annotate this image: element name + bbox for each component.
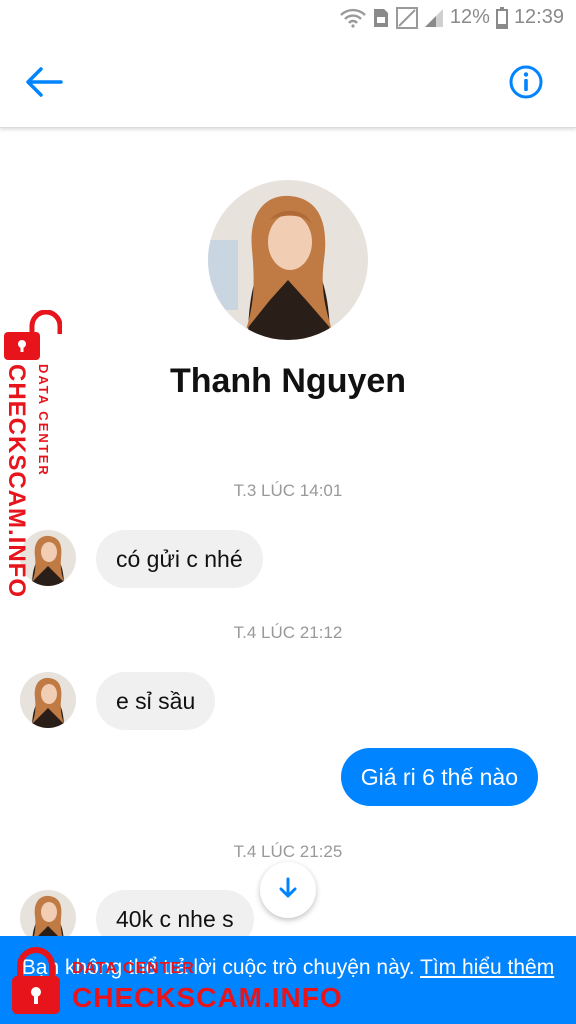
watermark-bottom-text: CHECKSCAM.INFO — [72, 982, 343, 1013]
clock: 12:39 — [513, 6, 564, 28]
signal-nodata-icon — [395, 6, 418, 29]
message-bubble-incoming[interactable]: e sỉ sầu — [96, 672, 216, 730]
learn-more-link[interactable]: Tìm hiểu thêm — [420, 956, 554, 979]
wifi-icon — [340, 8, 366, 28]
signal-icon — [424, 8, 444, 28]
scroll-to-bottom-button[interactable] — [260, 862, 316, 918]
conversation-header — [0, 40, 576, 128]
watermark-bottom-subtext: DATA CENTER — [72, 960, 195, 977]
info-circle-icon — [508, 64, 544, 105]
status-icons: 12% 12:39 — [340, 6, 564, 29]
profile-name: Thanh Nguyen — [169, 362, 407, 400]
sender-avatar[interactable] — [20, 672, 76, 728]
info-button[interactable] — [506, 64, 546, 104]
sim-icon — [372, 7, 390, 29]
message-timestamp: T.4 LÚC 21:12 — [233, 623, 343, 642]
message-bubble-outgoing[interactable]: Giá ri 6 thế nào — [340, 748, 538, 806]
status-bar: 12% 12:39 — [0, 0, 576, 40]
profile-avatar[interactable] — [208, 180, 368, 340]
message-timestamp: T.3 LÚC 14:01 — [233, 481, 343, 500]
watermark-side-text: CHECKSCAM.INFO — [3, 364, 30, 598]
back-button[interactable] — [22, 64, 66, 104]
arrow-down-icon — [276, 876, 300, 905]
battery-percent: 12% — [449, 6, 490, 28]
battery-icon — [495, 6, 508, 29]
watermark-side-subtext: DATA CENTER — [36, 364, 51, 477]
message-bubble-incoming[interactable]: có gửi c nhé — [96, 530, 263, 588]
watermark-bottom-lock-icon — [8, 946, 64, 1021]
message-timestamp: T.4 LÚC 21:25 — [233, 842, 343, 861]
arrow-left-icon — [25, 66, 63, 103]
